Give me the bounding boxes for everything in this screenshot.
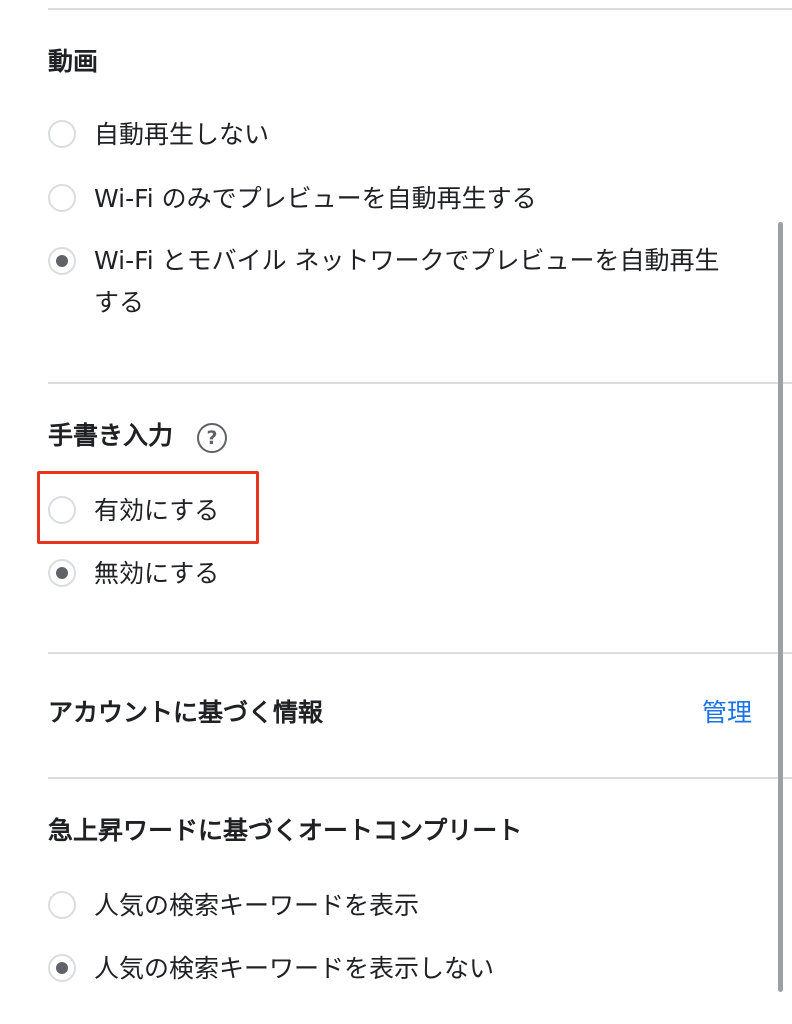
radio-button-checked[interactable]	[48, 559, 76, 587]
video-option-wifi-only[interactable]: Wi-Fi のみでプレビューを自動再生する	[48, 182, 748, 216]
trending-option-hide[interactable]: 人気の検索キーワードを表示しない	[48, 952, 748, 986]
option-label: Wi-Fi のみでプレビューを自動再生する	[94, 184, 537, 213]
account-info-section-title: アカウントに基づく情報	[48, 698, 324, 727]
handwriting-option-disable[interactable]: 無効にする	[48, 557, 748, 591]
option-label: 有効にする	[94, 496, 220, 525]
radio-button-checked[interactable]	[48, 954, 76, 982]
radio-button[interactable]	[48, 184, 76, 212]
scrollbar[interactable]	[778, 222, 783, 992]
divider	[48, 382, 792, 384]
option-label: 無効にする	[94, 559, 220, 588]
trending-section-title: 急上昇ワードに基づくオートコンプリート	[48, 816, 523, 845]
divider	[48, 652, 792, 654]
option-label: 自動再生しない	[94, 120, 270, 149]
divider	[48, 777, 792, 779]
handwriting-option-enable[interactable]: 有効にする	[48, 494, 748, 528]
divider-top	[48, 8, 792, 10]
option-label: 人気の検索キーワードを表示	[94, 891, 420, 920]
manage-link[interactable]: 管理	[702, 697, 752, 729]
video-option-wifi-and-mobile[interactable]: Wi-Fi とモバイル ネットワークでプレビューを自動再生する	[48, 245, 748, 324]
handwriting-section-title: 手書き入力	[48, 421, 174, 450]
trending-option-show[interactable]: 人気の検索キーワードを表示	[48, 889, 748, 923]
radio-button[interactable]	[48, 891, 76, 919]
question-circle-icon[interactable]: ?	[197, 423, 227, 453]
video-section-title: 動画	[48, 47, 99, 76]
radio-button-checked[interactable]	[48, 247, 76, 275]
radio-button[interactable]	[48, 496, 76, 524]
option-label: 人気の検索キーワードを表示しない	[94, 954, 495, 983]
option-label: Wi-Fi とモバイル ネットワークでプレビューを自動再生する	[94, 246, 720, 317]
radio-button[interactable]	[48, 120, 76, 148]
video-option-no-autoplay[interactable]: 自動再生しない	[48, 118, 748, 152]
